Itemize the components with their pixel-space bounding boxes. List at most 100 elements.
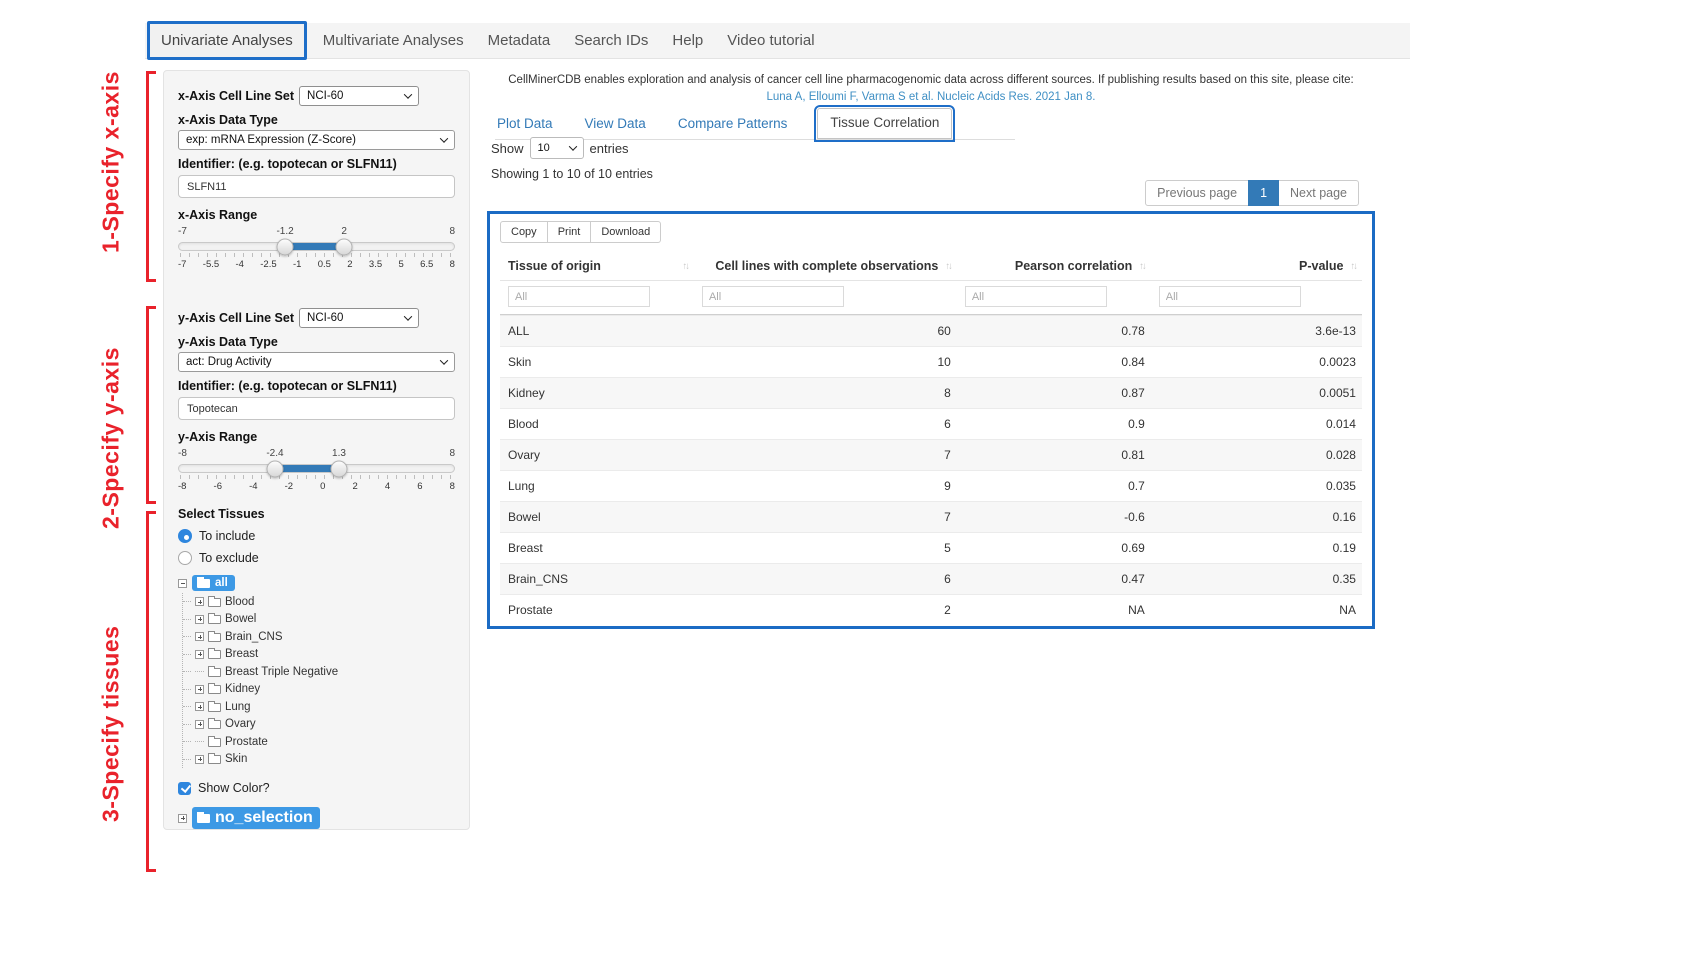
export-button[interactable]: Copy: [500, 221, 548, 243]
table-row[interactable]: Breast 5 0.69 0.19: [500, 532, 1362, 563]
annotation-bracket-x-axis: [146, 71, 156, 282]
x-data-type-select[interactable]: exp: mRNA Expression (Z-Score): [178, 130, 455, 150]
sort-icon[interactable]: ↑↓: [682, 261, 688, 272]
expand-icon[interactable]: [195, 597, 204, 606]
table-row[interactable]: Kidney 8 0.87 0.0051: [500, 377, 1362, 408]
expand-icon[interactable]: [195, 632, 204, 641]
column-filter-input[interactable]: [965, 286, 1107, 307]
tree-item[interactable]: Blood: [183, 593, 455, 611]
result-tab[interactable]: Tissue Correlation: [817, 108, 952, 139]
slider-handle-low[interactable]: [267, 460, 284, 477]
table-row[interactable]: Lung 9 0.7 0.035: [500, 470, 1362, 501]
show-color-option[interactable]: Show Color?: [178, 781, 455, 795]
table-row[interactable]: Brain_CNS 6 0.47 0.35: [500, 563, 1362, 594]
column-header[interactable]: P-value ↑↓: [1151, 252, 1362, 280]
radio-checked-icon[interactable]: [178, 529, 192, 543]
tree-item[interactable]: Lung: [183, 698, 455, 716]
table-row[interactable]: Bowel 7 -0.6 0.16: [500, 501, 1362, 532]
cell-observations: 7: [694, 440, 957, 470]
table-row[interactable]: ALL 60 0.78 3.6e-13: [500, 315, 1362, 346]
column-filter-input[interactable]: [508, 286, 650, 307]
previous-page-button[interactable]: Previous page: [1145, 180, 1249, 206]
slider-handle-high[interactable]: [336, 238, 353, 255]
expand-icon[interactable]: [195, 615, 204, 624]
checkbox-checked-icon[interactable]: [178, 782, 191, 795]
tree-node-no-selection[interactable]: no_selection: [192, 807, 320, 829]
x-cell-line-set-select[interactable]: NCI-60: [299, 86, 419, 106]
nav-tab[interactable]: Help: [660, 24, 715, 57]
folder-icon: [208, 738, 221, 747]
tree-item[interactable]: Breast Triple Negative: [183, 663, 455, 681]
sort-icon[interactable]: ↑↓: [1139, 261, 1145, 272]
current-page-button[interactable]: 1: [1248, 180, 1279, 206]
result-tab[interactable]: View Data: [583, 110, 648, 139]
result-tab[interactable]: Plot Data: [495, 110, 555, 139]
table-row[interactable]: Blood 6 0.9 0.014: [500, 408, 1362, 439]
sort-icon[interactable]: ↑↓: [1350, 261, 1356, 272]
nav-tab[interactable]: Multivariate Analyses: [311, 24, 476, 57]
page-length-select[interactable]: 10: [530, 137, 584, 159]
y-axis-range-slider[interactable]: -8 -2.4 1.3 8 -8-6-4-202468: [178, 448, 455, 492]
expand-icon[interactable]: [195, 685, 204, 694]
tree-item[interactable]: Ovary: [183, 716, 455, 734]
export-button[interactable]: Print: [547, 221, 592, 243]
slider-handle-high[interactable]: [330, 460, 347, 477]
y-identifier-input[interactable]: [178, 397, 455, 420]
y-range-label: y-Axis Range: [178, 430, 455, 444]
x-data-type-label: x-Axis Data Type: [178, 113, 455, 127]
collapse-icon[interactable]: [178, 579, 187, 588]
y-cell-line-set-select[interactable]: NCI-60: [299, 308, 419, 328]
exclude-radio-option[interactable]: To exclude: [178, 551, 455, 565]
column-header[interactable]: Cell lines with complete observations ↑↓: [694, 252, 957, 280]
column-header[interactable]: Pearson correlation ↑↓: [957, 252, 1151, 280]
table-row[interactable]: Ovary 7 0.81 0.028: [500, 439, 1362, 470]
cell-p-value: 0.035: [1151, 471, 1362, 501]
expand-icon[interactable]: [195, 702, 204, 711]
sort-icon[interactable]: ↑↓: [945, 261, 951, 272]
table-row[interactable]: Skin 10 0.84 0.0023: [500, 346, 1362, 377]
tree-item[interactable]: Prostate: [183, 733, 455, 751]
expand-icon[interactable]: [195, 737, 204, 746]
expand-icon[interactable]: [195, 667, 204, 676]
include-radio-option[interactable]: To include: [178, 529, 455, 543]
column-filter-input[interactable]: [1159, 286, 1301, 307]
tree-item[interactable]: Bowel: [183, 611, 455, 629]
column-filter-input[interactable]: [702, 286, 844, 307]
tree-item[interactable]: Breast: [183, 646, 455, 664]
citation-link[interactable]: Luna A, Elloumi F, Varma S et al. Nuclei…: [767, 91, 1096, 103]
x-axis-range-slider[interactable]: -7 -1.2 2 8 -7-5.5-4-2.5-10.523.556.58: [178, 226, 455, 270]
tree-node-all[interactable]: all: [192, 575, 235, 591]
result-tab[interactable]: Compare Patterns: [676, 110, 790, 139]
tree-root-no-selection[interactable]: no_selection: [178, 807, 455, 829]
cell-tissue-of-origin: Bowel: [500, 502, 694, 532]
radio-unchecked-icon[interactable]: [178, 551, 192, 565]
table-row[interactable]: Prostate 2 NA NA: [500, 594, 1362, 625]
expand-icon[interactable]: [178, 814, 187, 823]
slider-track[interactable]: [178, 242, 455, 251]
tree-item[interactable]: Skin: [183, 751, 455, 769]
nav-tab[interactable]: Video tutorial: [715, 24, 826, 57]
y-data-type-label: y-Axis Data Type: [178, 335, 455, 349]
expand-icon[interactable]: [195, 650, 204, 659]
tree-root-all[interactable]: all: [178, 575, 455, 591]
tree-item[interactable]: Kidney: [183, 681, 455, 699]
nav-tab[interactable]: Search IDs: [562, 24, 660, 57]
slider-high-value: 1.3: [332, 448, 346, 459]
x-identifier-input[interactable]: [178, 175, 455, 198]
cell-p-value: 0.0023: [1151, 347, 1362, 377]
slider-tick-label: -4: [249, 481, 257, 492]
column-header[interactable]: Tissue of origin ↑↓: [500, 252, 694, 280]
main-content: CellMinerCDB enables exploration and ana…: [487, 70, 1375, 950]
slider-handle-low[interactable]: [277, 238, 294, 255]
nav-tab[interactable]: Univariate Analyses: [147, 21, 307, 60]
expand-icon[interactable]: [195, 755, 204, 764]
tree-root-label: all: [215, 577, 228, 589]
expand-icon[interactable]: [195, 720, 204, 729]
next-page-button[interactable]: Next page: [1278, 180, 1359, 206]
nav-tab[interactable]: Metadata: [476, 24, 563, 57]
tree-item[interactable]: Brain_CNS: [183, 628, 455, 646]
export-button[interactable]: Download: [590, 221, 661, 243]
cell-p-value: 0.0051: [1151, 378, 1362, 408]
slider-track[interactable]: [178, 464, 455, 473]
y-data-type-select[interactable]: act: Drug Activity: [178, 352, 455, 372]
